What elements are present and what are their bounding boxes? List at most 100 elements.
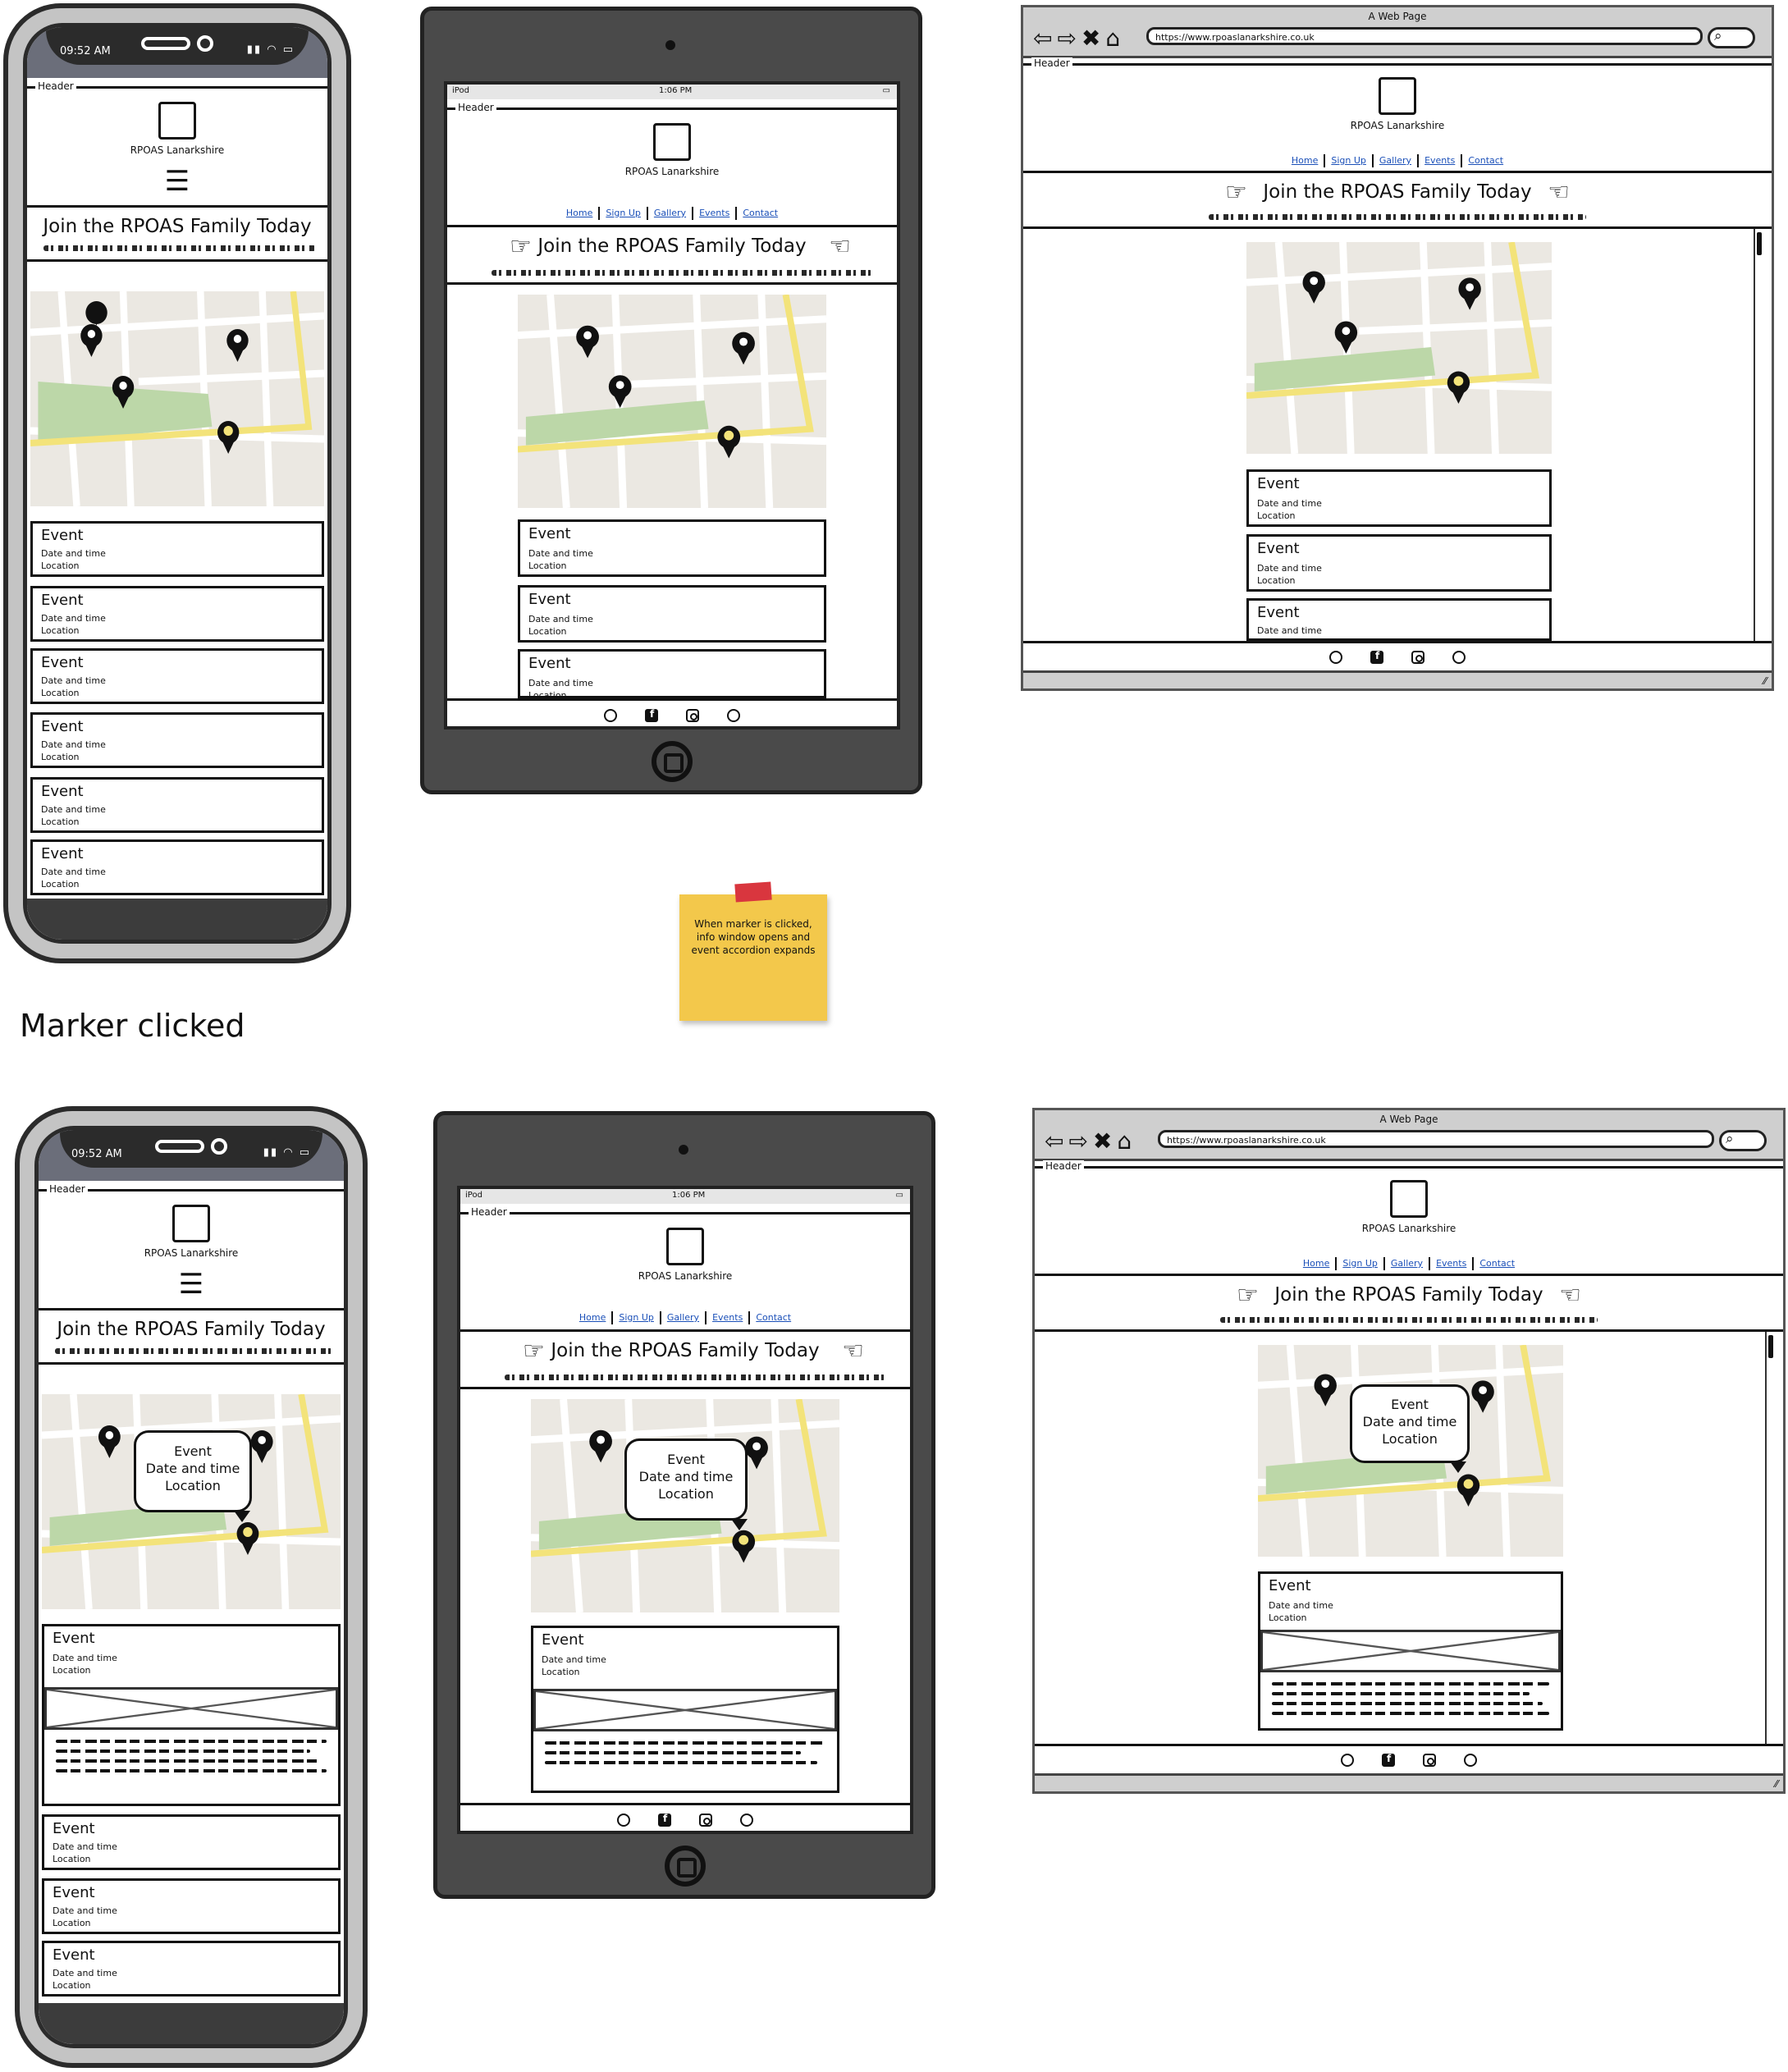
event-card[interactable]: Event Date and time Location [42,1814,341,1870]
nav-contact[interactable]: Contact [1474,1258,1520,1269]
instagram-icon[interactable] [699,1813,712,1827]
map-info-window[interactable]: Event Date and time Location [624,1439,748,1521]
event-card[interactable]: Event Date and time Location [30,712,324,768]
nav-home[interactable]: Home [560,208,598,218]
nav-buttons-icon[interactable]: ⇦⇨✖⌂ [1045,1130,1136,1153]
nav-signup[interactable]: Sign Up [1337,1258,1383,1269]
event-card[interactable]: Event Date and time Location [518,585,826,643]
instagram-icon[interactable] [1411,650,1424,664]
url-bar[interactable]: https://www.rpoaslanarkshire.co.uk [1158,1130,1714,1148]
nav-gallery[interactable]: Gallery [1374,155,1417,166]
nav-contact[interactable]: Contact [737,208,784,218]
event-card[interactable]: Event Date and time Location [30,648,324,704]
nav-signup[interactable]: Sign Up [600,208,647,218]
url-bar[interactable]: https://www.rpoaslanarkshire.co.uk [1146,27,1703,45]
event-card[interactable]: Event Date and time Location [30,839,324,895]
event-card[interactable]: Event Date and time Location [42,1941,341,1997]
nav-contact[interactable]: Contact [750,1312,797,1323]
event-card[interactable]: Event Date and time Location [1246,469,1552,527]
phone-mockup-1: 09:52 AM ▮▮ ◠ ▭ Header RPOAS Lanarkshire… [3,3,351,963]
nav-contact[interactable]: Contact [1462,155,1509,166]
nav-gallery[interactable]: Gallery [661,1312,705,1323]
nav-signup[interactable]: Sign Up [1325,155,1372,166]
nav-gallery[interactable]: Gallery [1385,1258,1429,1269]
facebook-icon[interactable] [658,1813,671,1827]
status-time: 1:06 PM [659,86,693,95]
event-image-placeholder [533,1689,837,1731]
event-card[interactable]: Event Date and time [1246,598,1552,641]
nav-home[interactable]: Home [1286,155,1324,166]
search-box[interactable]: ⌕ [1719,1130,1767,1151]
event-card[interactable]: Event Date and time Location [42,1878,341,1934]
site-header: Header RPOAS Lanarkshire Home Sign Up Gall… [1035,1160,1783,1276]
browser-mockup-1: A Web Page ⇦⇨✖⌂ https://www.rpoaslanarks… [1021,5,1774,691]
circle-icon[interactable] [617,1813,630,1827]
scrollbar[interactable] [1754,229,1763,641]
event-card-expanded[interactable]: Event Date and time Location [1258,1571,1563,1731]
map-info-window[interactable]: Event Date and time Location [134,1430,252,1512]
hamburger-menu-icon[interactable]: ☰ [39,1270,344,1298]
logo-icon[interactable] [1379,77,1416,115]
logo-icon[interactable] [666,1228,704,1265]
event-title: Event [41,527,84,544]
scrollbar-thumb[interactable] [1768,1335,1773,1358]
nav-events[interactable]: Events [707,1312,748,1323]
event-location: Location [1257,575,1296,586]
nav-buttons-icon[interactable]: ⇦⇨✖⌂ [1033,27,1125,50]
scrollbar[interactable] [1765,1332,1775,1744]
resize-grip-icon[interactable]: ⁄⁄ [1775,1778,1778,1790]
event-date: Date and time [1257,625,1322,636]
info-date: Date and time [638,1469,734,1484]
event-card[interactable]: Event Date and time Location [30,521,324,577]
logo-icon[interactable] [172,1205,210,1242]
nav-gallery[interactable]: Gallery [648,208,692,218]
facebook-icon[interactable] [1382,1753,1395,1767]
map[interactable] [30,291,324,506]
circle-icon[interactable] [1329,650,1342,664]
nav-home[interactable]: Home [574,1312,611,1323]
circle-icon[interactable] [1341,1753,1354,1767]
nav-signup[interactable]: Sign Up [613,1312,660,1323]
resize-grip-icon[interactable]: ⁄⁄ [1763,675,1767,687]
nav-events[interactable]: Events [1419,155,1461,166]
circle-icon[interactable] [727,708,740,722]
site-footer [447,698,897,726]
map-info-window[interactable]: Event Date and time Location [1350,1384,1470,1463]
event-card[interactable]: Event Date and time Location [518,519,826,577]
search-box[interactable]: ⌕ [1708,27,1755,48]
site-name: RPOAS Lanarkshire [1350,120,1445,131]
home-button[interactable] [665,1846,706,1887]
circle-icon[interactable] [1464,1753,1477,1767]
instagram-icon[interactable] [686,708,699,722]
circle-icon[interactable] [604,708,617,722]
map[interactable] [518,295,826,508]
scrollbar-thumb[interactable] [1757,232,1762,255]
nav-events[interactable]: Events [693,208,735,218]
event-card[interactable]: Event Date and time Location [30,586,324,642]
info-location: Location [165,1478,221,1493]
hamburger-menu-icon[interactable]: ☰ [27,167,327,195]
event-title: Event [1257,475,1300,492]
logo-icon[interactable] [1390,1180,1428,1218]
event-description [545,1735,825,1764]
event-card[interactable]: Event Date and time Location [1246,534,1552,592]
facebook-icon[interactable] [1370,650,1383,664]
logo-icon[interactable] [158,102,196,140]
home-button[interactable] [652,741,693,782]
site-name: RPOAS Lanarkshire [624,166,720,177]
sticky-tape [734,881,772,903]
circle-icon[interactable] [740,1813,753,1827]
nav-home[interactable]: Home [1297,1258,1335,1269]
logo-icon[interactable] [653,123,691,161]
instagram-icon[interactable] [1423,1753,1436,1767]
map[interactable] [1246,242,1552,454]
facebook-icon[interactable] [645,708,658,722]
circle-icon[interactable] [1452,650,1466,664]
status-bar: 09:52 AM ▮▮ ◠ ▭ [39,1130,344,1181]
event-card-expanded[interactable]: Event Date and time Location [531,1626,839,1793]
event-card[interactable]: Event Date and time Location [30,777,324,833]
nav-events[interactable]: Events [1430,1258,1472,1269]
event-card-expanded[interactable]: Event Date and time Location [42,1624,341,1806]
site-header: Header RPOAS Lanarkshire Home Sign Up Gall… [447,102,897,227]
event-card[interactable]: Event Date and time Location [518,649,826,698]
